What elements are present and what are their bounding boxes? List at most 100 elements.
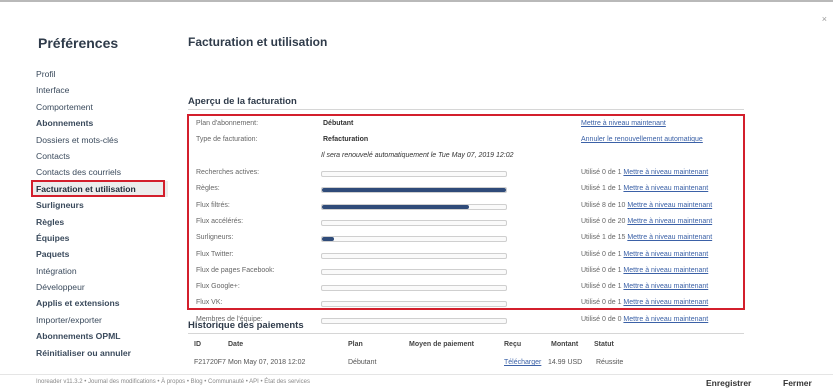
usage-bar xyxy=(321,171,507,177)
usage-bar-fill xyxy=(322,188,506,193)
sidebar-item[interactable]: Dossiers et mots-clés xyxy=(36,132,168,148)
sidebar-item[interactable]: Contacts des courriels xyxy=(36,164,168,180)
billing-highlight-box xyxy=(187,114,745,310)
sidebar-item[interactable]: Surligneurs xyxy=(36,197,168,213)
usage-status-text: Utilisé 0 de 1 xyxy=(581,169,622,176)
cell-plan: Débutant xyxy=(348,359,377,366)
usage-bar-fill xyxy=(322,237,335,242)
upgrade-link[interactable]: Mettre à niveau maintenant xyxy=(623,185,708,192)
upgrade-link[interactable]: Mettre à niveau maintenant xyxy=(627,218,712,225)
upgrade-link[interactable]: Mettre à niveau maintenant xyxy=(623,169,708,176)
usage-bar xyxy=(321,252,507,259)
usage-status-text: Utilisé 0 de 1 xyxy=(581,283,622,291)
save-button[interactable]: Enregistrer xyxy=(706,377,751,389)
close-button[interactable]: Fermer xyxy=(783,377,812,389)
cell-status: Réussite xyxy=(596,359,624,366)
sidebar-item[interactable]: Facturation et utilisation xyxy=(32,180,168,198)
usage-status-text: Utilisé 1 de 15 xyxy=(581,234,626,242)
plan-value: Débutant xyxy=(323,120,354,127)
sidebar-item[interactable]: Équipes xyxy=(36,230,168,246)
sidebar-item[interactable]: Interface xyxy=(36,82,168,98)
col-date: Date xyxy=(228,341,244,348)
usage-label: Règles: xyxy=(196,185,220,193)
cell-date: Mon May 07, 2018 12:02 xyxy=(228,359,306,366)
upgrade-link[interactable]: Mettre à niveau maintenant xyxy=(623,267,708,274)
usage-status: Utilisé 1 de 1 Mettre à niveau maintenan… xyxy=(581,185,708,192)
upgrade-link[interactable]: Mettre à niveau maintenant xyxy=(623,283,708,290)
upgrade-link[interactable]: Mettre à niveau maintenant xyxy=(623,316,708,323)
upgrade-plan-link[interactable]: Mettre à niveau maintenant xyxy=(581,120,666,127)
upgrade-link[interactable]: Mettre à niveau maintenant xyxy=(623,251,708,258)
divider xyxy=(188,109,744,110)
page-title: Facturation et utilisation xyxy=(188,35,328,49)
divider xyxy=(188,333,744,334)
usage-label: Flux accélérés: xyxy=(196,217,244,225)
cell-amount: 14.99 USD xyxy=(548,359,583,366)
usage-bar-fill xyxy=(322,204,470,209)
upgrade-link[interactable]: Mettre à niveau maintenant xyxy=(627,202,712,209)
usage-label: Recherches actives: xyxy=(196,169,260,176)
cell-id: F21720F7 xyxy=(194,359,226,366)
col-amount: Montant xyxy=(551,341,579,348)
usage-bar xyxy=(321,236,507,243)
cancel-renewal-link[interactable]: Annuler le renouvellement automatique xyxy=(581,136,703,143)
usage-label: Flux VK: xyxy=(196,299,223,307)
footer-links[interactable]: Inoreader v11.3.2 • Journal des modifica… xyxy=(36,379,310,385)
usage-status: Utilisé 0 de 1 Mettre à niveau maintenan… xyxy=(581,283,708,290)
upgrade-link[interactable]: Mettre à niveau maintenant xyxy=(627,234,712,241)
usage-status: Utilisé 8 de 10 Mettre à niveau maintena… xyxy=(581,202,712,209)
billing-type-value: Refacturation xyxy=(323,136,369,143)
sidebar-item[interactable]: Abonnements OPML xyxy=(36,328,168,344)
usage-label: Flux de pages Facebook: xyxy=(196,266,275,274)
usage-status-text: Utilisé 0 de 20 xyxy=(581,217,626,225)
usage-status-text: Utilisé 1 de 1 xyxy=(581,185,622,193)
billing-overview-title: Aperçu de la facturation xyxy=(188,96,297,107)
preferences-window: × Préférences Profil Interface Comportemen… xyxy=(0,0,833,390)
main-panel: Facturation et utilisation Aperçu de la … xyxy=(187,2,828,374)
sidebar-item[interactable]: Intégration xyxy=(36,263,168,279)
renewal-note: Il sera renouvelé automatiquement le Tue… xyxy=(321,152,514,159)
usage-status-text: Utilisé 0 de 1 xyxy=(581,250,622,258)
sidebar-item[interactable]: Contacts xyxy=(36,148,168,164)
plan-label: Plan d'abonnement: xyxy=(196,120,259,127)
sidebar-item[interactable]: Réinitialiser ou annuler xyxy=(36,345,168,361)
usage-bar xyxy=(321,301,507,308)
col-payment-method: Moyen de paiement xyxy=(409,341,474,348)
usage-status: Utilisé 0 de 0 Mettre à niveau maintenan… xyxy=(581,316,708,323)
col-receipt: Reçu xyxy=(504,341,522,348)
billing-type-label: Type de facturation: xyxy=(196,136,258,143)
usage-label: Surligneurs: xyxy=(196,234,234,242)
col-plan: Plan xyxy=(348,341,363,348)
sidebar-item[interactable]: Applis et extensions xyxy=(36,295,168,311)
payment-history-title: Historique des paiements xyxy=(188,320,304,331)
usage-bar xyxy=(321,268,507,275)
sidebar-item[interactable]: Abonnements xyxy=(36,115,168,131)
sidebar-title: Préférences xyxy=(38,35,119,51)
receipt-download-link[interactable]: Télécharger xyxy=(504,359,541,366)
usage-label: Flux Twitter: xyxy=(196,250,234,258)
usage-bar xyxy=(321,317,507,324)
usage-status: Utilisé 0 de 20 Mettre à niveau maintena… xyxy=(581,218,712,225)
sidebar-item[interactable]: Développeur xyxy=(36,279,168,295)
usage-bar xyxy=(321,203,507,210)
sidebar-item[interactable]: Comportement xyxy=(36,99,168,115)
usage-bar xyxy=(321,285,507,292)
usage-status-text: Utilisé 0 de 0 xyxy=(581,315,622,323)
usage-status-text: Utilisé 0 de 1 xyxy=(581,266,622,274)
usage-bar xyxy=(321,187,507,194)
usage-bar xyxy=(321,219,507,226)
usage-status: Utilisé 0 de 1 Mettre à niveau maintenan… xyxy=(581,267,708,274)
usage-label: Flux Google+: xyxy=(196,283,240,291)
usage-status-text: Utilisé 8 de 10 xyxy=(581,201,626,209)
sidebar-item[interactable]: Règles xyxy=(36,214,168,230)
upgrade-link[interactable]: Mettre à niveau maintenant xyxy=(623,299,708,306)
sidebar-item[interactable]: Paquets xyxy=(36,246,168,262)
sidebar: Préférences Profil Interface Comportement A… xyxy=(0,2,168,374)
sidebar-item[interactable]: Profil xyxy=(36,66,168,82)
usage-status: Utilisé 0 de 1 Mettre à niveau maintenan… xyxy=(581,251,708,258)
usage-status: Utilisé 0 de 1 Mettre à niveau maintenan… xyxy=(581,299,708,306)
col-id: ID xyxy=(194,341,201,348)
usage-label: Flux filtrés: xyxy=(196,201,230,209)
usage-status: Utilisé 1 de 15 Mettre à niveau maintena… xyxy=(581,234,712,241)
sidebar-item[interactable]: Importer/exporter xyxy=(36,312,168,328)
